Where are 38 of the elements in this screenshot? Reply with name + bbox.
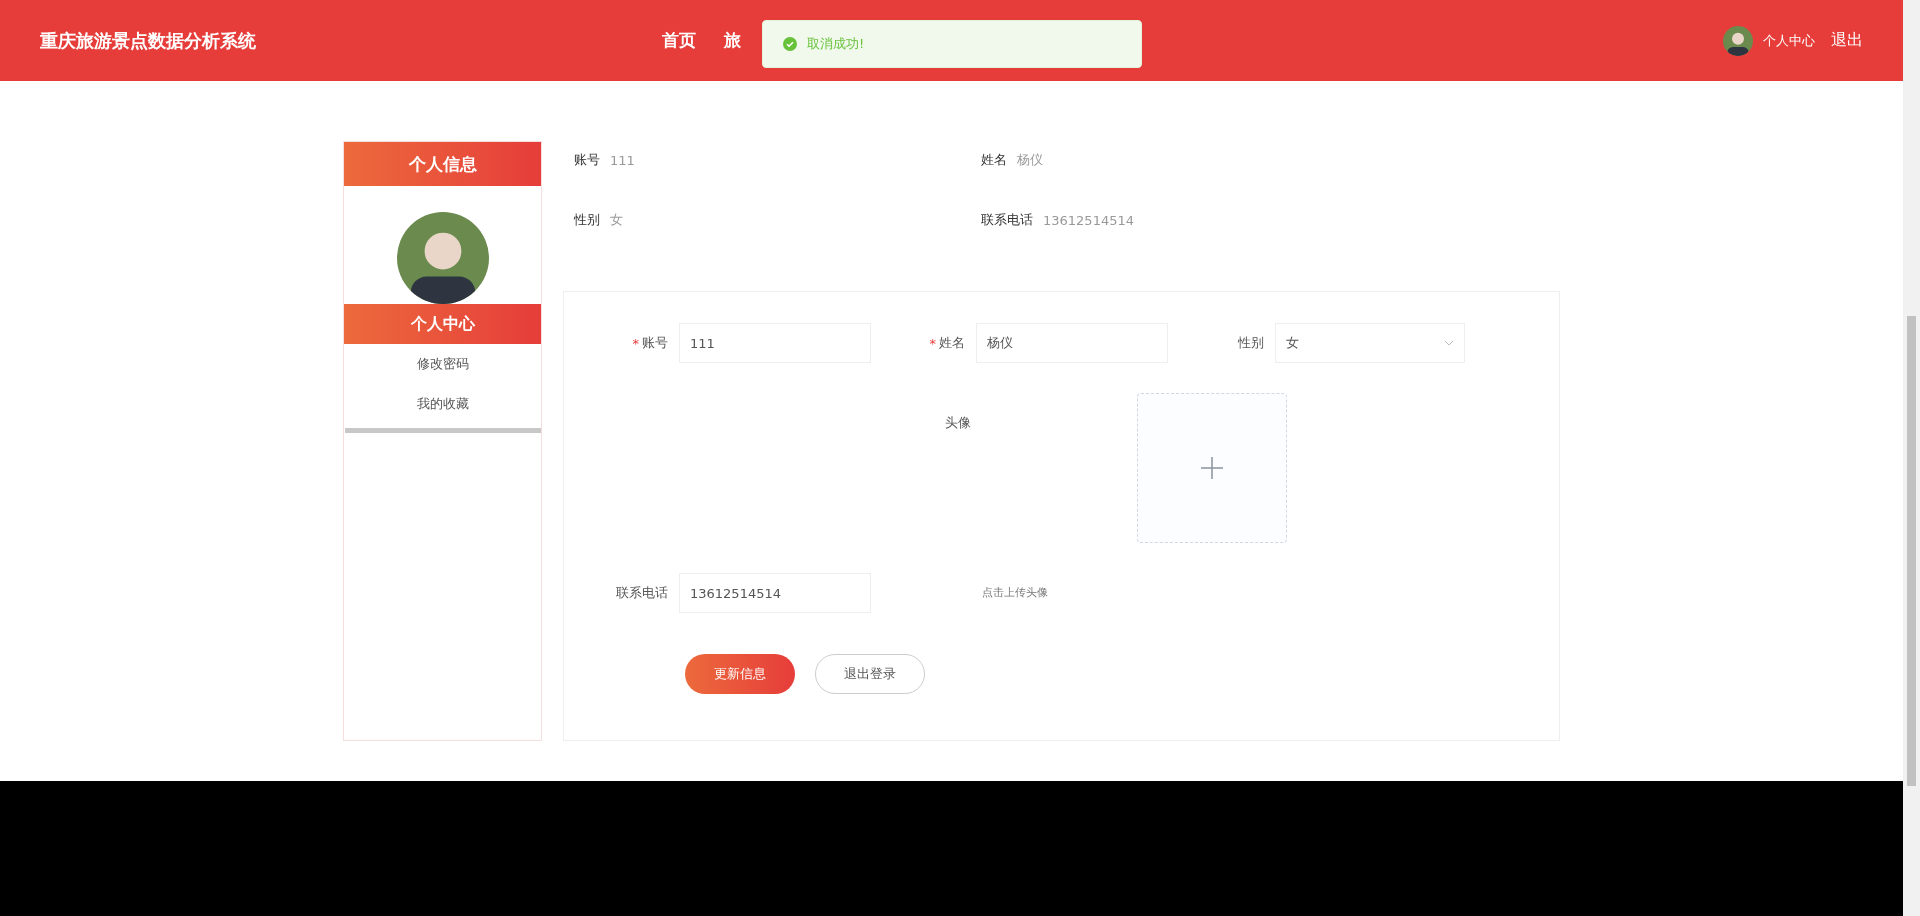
field-label: 账号: [642, 334, 668, 352]
nav-link[interactable]: 旅: [724, 29, 741, 52]
nav-link[interactable]: 首页: [662, 29, 696, 52]
account-field[interactable]: 111: [679, 323, 871, 363]
plus-icon: [1200, 456, 1224, 480]
toast-text: 取消成功!: [807, 35, 865, 53]
field-label: 姓名: [939, 334, 965, 352]
field-label: 性别: [1238, 334, 1265, 352]
site-title: 重庆旅游景点数据分析系统: [40, 28, 257, 53]
field-label: 头像: [944, 414, 971, 432]
scrollbar-thumb[interactable]: [1907, 316, 1916, 786]
profile-link[interactable]: 个人中心: [1763, 31, 1815, 50]
info-label: 性别: [574, 211, 600, 229]
sidebar-item[interactable]: 个人中心: [344, 304, 541, 344]
success-icon: [783, 37, 797, 51]
avatar-icon: [1723, 25, 1753, 56]
info-label: 姓名: [981, 151, 1007, 169]
upload-box[interactable]: [1137, 393, 1287, 543]
info-label: 账号: [574, 151, 600, 169]
info-value: 13612514514: [1043, 212, 1134, 228]
sidebar-item[interactable]: 修改密码: [344, 344, 541, 384]
info-value: 女: [610, 211, 623, 229]
phone-field[interactable]: 13612514514: [679, 573, 871, 613]
logout-link[interactable]: 退出: [1831, 30, 1863, 51]
logout-button[interactable]: 退出登录: [815, 654, 925, 694]
field-label: 联系电话: [616, 584, 668, 602]
required-mark: *: [632, 335, 639, 351]
info-label: 联系电话: [981, 211, 1033, 229]
info-value: 111: [610, 152, 635, 168]
upload-hint: 点击上传头像: [982, 585, 1048, 601]
sidebar-title: 个人信息: [344, 142, 541, 186]
chevron-down-icon: [1444, 340, 1454, 346]
sidebar-item[interactable]: 我的收藏: [344, 384, 541, 424]
update-button[interactable]: 更新信息: [685, 654, 795, 694]
required-mark: *: [929, 335, 936, 351]
info-value: 杨仪: [1017, 151, 1043, 169]
gender-select[interactable]: 女: [1275, 323, 1465, 363]
name-field[interactable]: 杨仪: [976, 323, 1168, 363]
